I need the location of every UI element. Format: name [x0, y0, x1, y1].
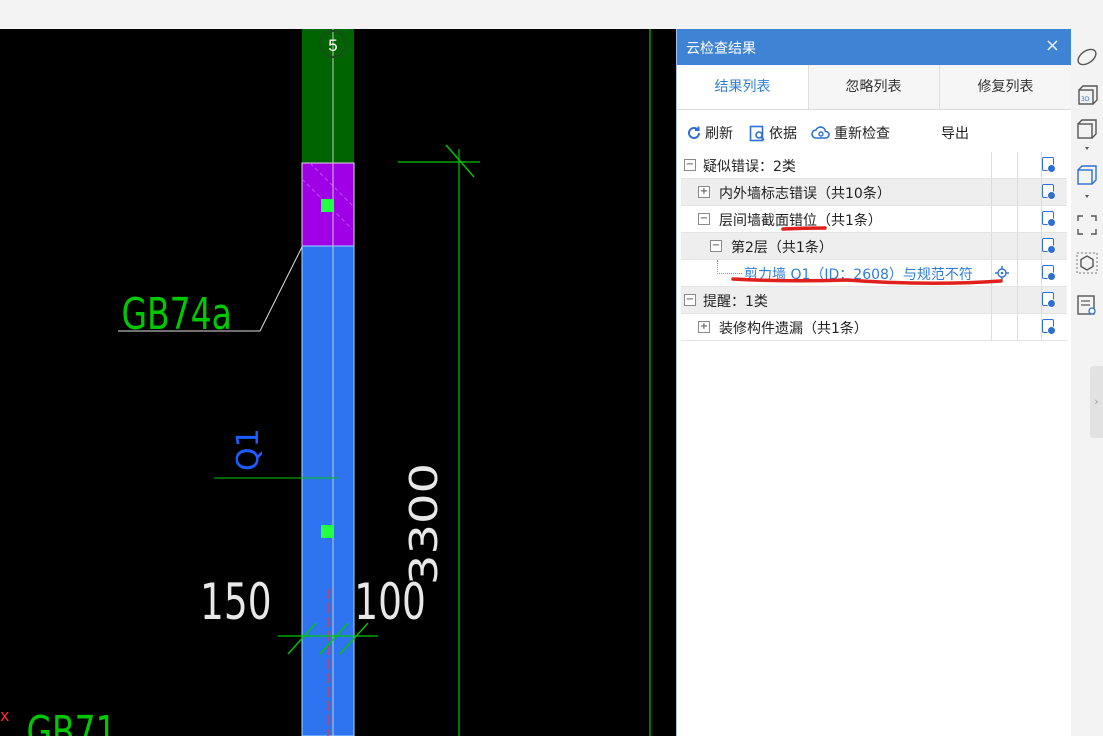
cube-face-icon[interactable]	[1075, 163, 1099, 187]
axis-x-marker: x	[0, 706, 9, 725]
wall-label: GB74a	[122, 289, 232, 340]
red-underline-mark	[731, 277, 1003, 286]
component-select-icon[interactable]	[1075, 251, 1099, 275]
dimension-left: 150	[200, 574, 272, 632]
svg-text:3D: 3D	[1081, 96, 1090, 103]
red-annotation-marks	[731, 226, 1003, 286]
dimension-tick	[445, 144, 475, 178]
cube-icon[interactable]	[1075, 117, 1099, 141]
dimension-right: 100	[354, 574, 426, 632]
3d-view-icon[interactable]: 3D	[1075, 83, 1099, 107]
axis-label: 5	[328, 36, 337, 55]
report-icon[interactable]	[1075, 293, 1099, 317]
box-select-icon[interactable]	[1075, 213, 1099, 237]
top-toolbar-strip	[0, 0, 1103, 30]
member-label: Q1	[231, 428, 266, 471]
bottom-wall-label: GB71	[27, 707, 117, 736]
chevron-down-icon[interactable]	[1075, 193, 1099, 201]
red-underline-mark	[781, 226, 827, 231]
orbit-icon[interactable]	[1075, 45, 1099, 69]
dimension-height: 3300	[403, 463, 447, 585]
chevron-down-icon[interactable]	[1075, 145, 1099, 153]
cad-canvas[interactable]: 5 GB74a Q1 3300 150 100 x GB71	[0, 29, 676, 736]
grip-point[interactable]	[321, 525, 334, 538]
cloud-check-panel: 云检查结果 × 结果列表 忽略列表 修复列表 刷新 依据 重新检查 导出 − 疑…	[676, 29, 1072, 736]
side-collapse-tab[interactable]: ›	[1090, 366, 1103, 438]
cad-drawing: 5 GB74a Q1 3300 150 100 x GB71	[0, 29, 651, 736]
grip-point[interactable]	[321, 199, 334, 212]
